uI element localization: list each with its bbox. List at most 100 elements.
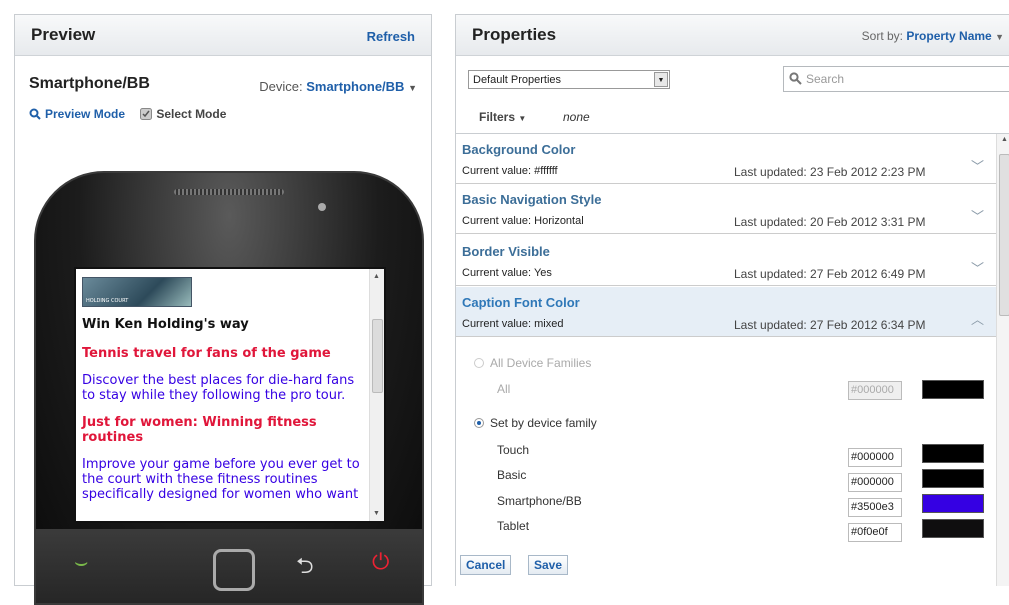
property-current-value: Current value: #ffffff <box>462 165 558 177</box>
property-name: Basic Navigation Style <box>462 192 602 207</box>
sort-label: Sort by: <box>861 29 904 43</box>
preview-header: Preview Refresh <box>15 15 431 56</box>
property-name: Background Color <box>462 142 576 157</box>
scroll-down-icon[interactable]: ▼ <box>373 510 380 517</box>
property-row-basic-navigation-style[interactable]: Basic Navigation Style Current value: Ho… <box>456 184 996 234</box>
select-cursor-icon <box>140 108 153 120</box>
screen-scrollbar[interactable]: ▲ ▼ <box>369 269 384 521</box>
search-icon <box>789 72 802 85</box>
filters-label: Filters <box>479 110 516 124</box>
all-color-swatch[interactable] <box>922 380 984 399</box>
family-label-basic: Basic <box>497 468 527 482</box>
screen-content: HOLDING COURT Win Ken Holding's way Tenn… <box>82 277 370 514</box>
device-label: Device: <box>259 79 303 94</box>
article-text: Discover the best places for die-hard fa… <box>82 373 355 403</box>
filters-value: none <box>563 110 590 124</box>
scroll-thumb[interactable] <box>372 319 383 393</box>
device-title: Smartphone/BB <box>29 75 150 92</box>
phone-device-frame: HOLDING COURT Win Ken Holding's way Tenn… <box>34 171 424 605</box>
property-last-updated: Last updated: 27 Feb 2012 6:34 PM <box>734 318 926 332</box>
refresh-link[interactable]: Refresh <box>367 29 415 44</box>
trackpad-icon <box>213 549 255 591</box>
mode-row: Preview Mode Select Mode <box>29 107 238 123</box>
radio-icon <box>474 358 484 368</box>
preview-mode-label: Preview Mode <box>45 107 126 121</box>
preview-title: Preview <box>31 25 96 44</box>
search-placeholder: Search <box>806 72 845 86</box>
property-editor: All Device Families All #000000 Set by d… <box>456 342 996 586</box>
chevron-up-icon[interactable]: ︿ <box>971 309 984 328</box>
phone-speaker <box>174 189 284 195</box>
article-heading[interactable]: Tennis travel for fans of the game <box>82 346 370 361</box>
sort-value: Property Name <box>906 29 992 43</box>
property-set-value: Default Properties <box>473 74 562 86</box>
set-by-device-family-label: Set by device family <box>490 416 597 430</box>
chevron-down-icon[interactable]: ﹀ <box>971 206 984 225</box>
select-mode-label: Select Mode <box>156 107 227 121</box>
power-icon: ⏻ <box>372 549 390 574</box>
article-heading[interactable]: Just for women: Winning fitness routines <box>82 415 370 445</box>
dropdown-arrow-icon[interactable]: ▼ <box>654 72 668 87</box>
color-swatch-touch[interactable] <box>922 444 984 463</box>
properties-panel: Properties Sort by: Property Name ▼ Defa… <box>455 14 1009 586</box>
color-swatch-tablet[interactable] <box>922 519 984 538</box>
back-icon: ⮌ <box>296 553 314 578</box>
all-hex-input[interactable]: #000000 <box>848 381 902 400</box>
family-label-touch: Touch <box>497 443 530 457</box>
property-list: Background Color Current value: #ffffff … <box>456 133 1009 586</box>
article-text: Improve your game before you ever get to… <box>82 457 360 502</box>
chevron-down-icon: ▼ <box>518 114 527 123</box>
all-label: All <box>497 382 511 396</box>
phone-screen[interactable]: HOLDING COURT Win Ken Holding's way Tenn… <box>74 267 386 523</box>
property-current-value: Current value: mixed <box>462 318 564 330</box>
property-last-updated: Last updated: 27 Feb 2012 6:49 PM <box>734 267 926 281</box>
color-swatch-basic[interactable] <box>922 469 984 488</box>
preview-panel: Preview Refresh Smartphone/BB Device: Sm… <box>14 14 432 605</box>
device-value: Smartphone/BB <box>306 79 405 94</box>
property-last-updated: Last updated: 20 Feb 2012 3:31 PM <box>734 215 926 229</box>
phone-keypad: ⌣ ⮌ ⏻ <box>36 529 422 603</box>
all-device-families-radio[interactable]: All Device Families <box>474 356 591 370</box>
hex-input-basic[interactable]: #000000 <box>848 473 902 492</box>
screen-title: Win Ken Holding's way <box>82 317 249 332</box>
property-name: Border Visible <box>462 244 550 259</box>
search-input[interactable]: Search <box>783 66 1009 92</box>
select-mode-button[interactable]: Select Mode <box>140 107 226 121</box>
set-by-device-family-radio[interactable]: Set by device family <box>474 416 597 430</box>
property-last-updated: Last updated: 23 Feb 2012 2:23 PM <box>734 165 926 179</box>
hex-input-touch[interactable]: #000000 <box>848 448 902 467</box>
hex-input-smartphone[interactable]: #3500e3 <box>848 498 902 517</box>
chevron-down-icon: ▼ <box>995 32 1004 42</box>
device-dropdown[interactable]: Device: Smartphone/BB ▼ <box>259 79 417 94</box>
radio-selected-icon <box>474 418 484 428</box>
chevron-down-icon[interactable]: ﹀ <box>971 156 984 175</box>
property-name: Caption Font Color <box>462 295 580 310</box>
property-set-select[interactable]: Default Properties ▼ <box>468 70 670 89</box>
phone-camera <box>318 203 326 211</box>
hex-input-tablet[interactable]: #0f0e0f <box>848 523 902 542</box>
call-icon: ⌣ <box>74 549 89 574</box>
property-list-scrollbar[interactable]: ▲ <box>996 134 1009 586</box>
sort-dropdown[interactable]: Sort by: Property Name ▼ <box>862 29 1004 43</box>
color-swatch-smartphone[interactable] <box>922 494 984 513</box>
property-row-caption-font-color[interactable]: Caption Font Color Current value: mixed … <box>456 287 996 337</box>
property-current-value: Current value: Horizontal <box>462 215 584 227</box>
chevron-down-icon[interactable]: ﹀ <box>971 258 984 277</box>
property-row-border-visible[interactable]: Border Visible Current value: Yes Last u… <box>456 236 996 286</box>
scroll-thumb[interactable] <box>999 154 1009 316</box>
preview-mode-button[interactable]: Preview Mode <box>29 107 125 121</box>
filters-dropdown[interactable]: Filters ▼ <box>479 110 526 124</box>
all-device-families-label: All Device Families <box>490 356 592 370</box>
scroll-up-icon[interactable]: ▲ <box>373 273 380 280</box>
family-label-tablet: Tablet <box>497 519 530 533</box>
property-current-value: Current value: Yes <box>462 267 552 279</box>
chevron-down-icon: ▼ <box>408 83 417 93</box>
thumbnail-caption: HOLDING COURT <box>86 298 129 304</box>
properties-header: Properties Sort by: Property Name ▼ <box>456 15 1009 56</box>
scroll-up-icon[interactable]: ▲ <box>1001 136 1008 143</box>
property-row-background-color[interactable]: Background Color Current value: #ffffff … <box>456 134 996 184</box>
save-button[interactable]: Save <box>528 555 569 575</box>
properties-title: Properties <box>472 25 557 44</box>
cancel-button[interactable]: Cancel <box>460 555 512 575</box>
family-label-smartphone: Smartphone/BB <box>497 494 582 508</box>
